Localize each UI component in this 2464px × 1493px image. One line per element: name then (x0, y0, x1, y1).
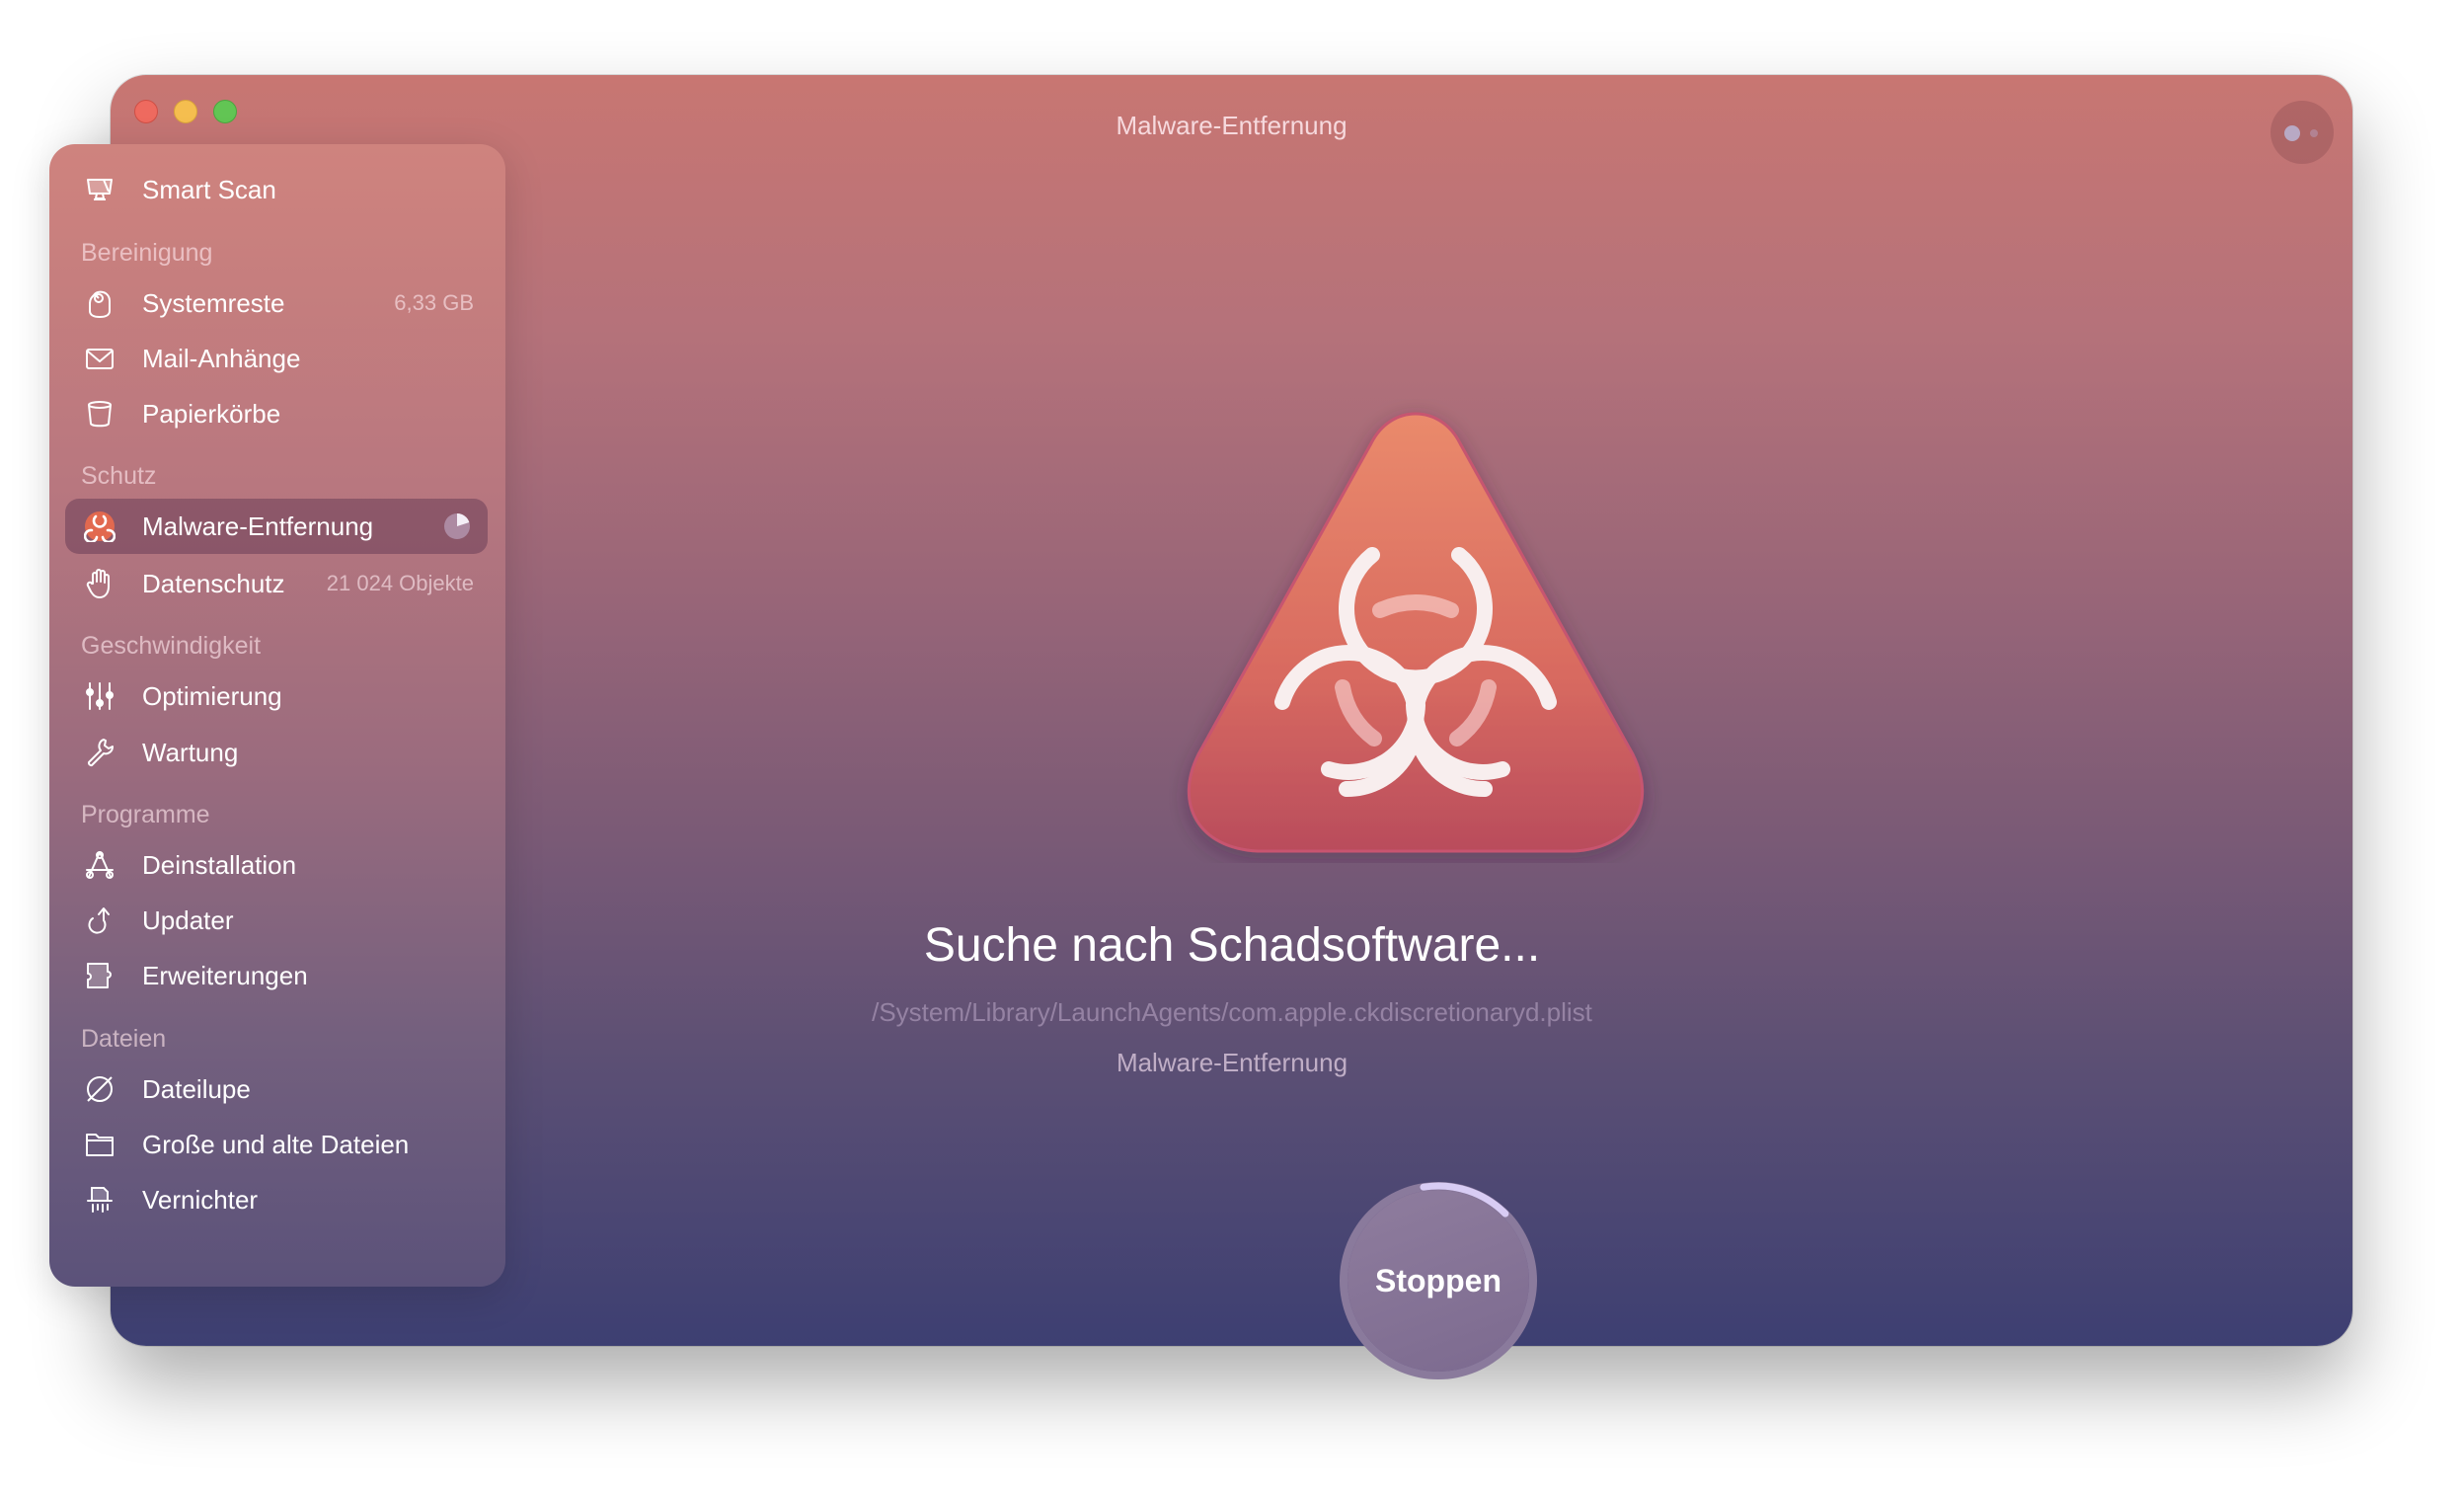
monitor-icon (83, 174, 116, 205)
assistant-dot-secondary (2310, 129, 2318, 137)
biohazard-icon (83, 511, 116, 542)
sidebar-item-label: Systemreste (142, 288, 285, 318)
datenschutz-count: 21 024 Objekte (326, 571, 474, 595)
sidebar-item-malware-entfernung[interactable]: Malware-Entfernung (65, 499, 488, 554)
sidebar-item-mail-anhaenge[interactable]: Mail-Anhänge (65, 331, 488, 386)
triangle-badge (1187, 412, 1645, 853)
module-subtitle: Malware-Entfernung (1116, 1048, 1348, 1077)
assistant-button[interactable] (2271, 101, 2334, 164)
assistant-dots-icon (2284, 125, 2300, 141)
sidebar-item-optimierung[interactable]: Optimierung (65, 668, 488, 724)
envelope-icon (83, 343, 116, 374)
sidebar-item-datenschutz[interactable]: Datenschutz 21 024 Objekte (65, 556, 488, 611)
scan-status-headline: Suche nach Schadsoftware... (923, 919, 1541, 972)
sliders-icon (83, 680, 116, 712)
biohazard-triangle-icon (1187, 412, 1645, 853)
sidebar-item-papierkoerbe[interactable]: Papierkörbe (65, 386, 488, 441)
sidebar-item-smart-scan[interactable]: Smart Scan (65, 162, 488, 217)
stop-button-container: Stoppen (1333, 1175, 1544, 1386)
section-title-bereinigung: Bereinigung (81, 239, 213, 267)
scan-progress-pie (444, 513, 470, 539)
shredder-icon (83, 1184, 116, 1216)
sidebar-item-label: Papierkörbe (142, 399, 281, 429)
sidebar-item-label: Wartung (142, 738, 239, 767)
sidebar-item-label: Optimierung (142, 681, 282, 711)
section-title-programme: Programme (81, 801, 210, 828)
section-title-schutz: Schutz (81, 462, 157, 490)
folder-icon (83, 1129, 116, 1160)
systemreste-size: 6,33 GB (394, 290, 474, 315)
section-title-geschwindigkeit: Geschwindigkeit (81, 632, 262, 660)
window-title: Malware-Entfernung (1116, 111, 1348, 140)
sidebar-item-wartung[interactable]: Wartung (65, 725, 488, 780)
app-uninstall-icon (83, 849, 116, 881)
sidebar-item-vernichter[interactable]: Vernichter (65, 1172, 488, 1227)
sidebar-item-label: Große und alte Dateien (142, 1130, 410, 1159)
sidebar-item-label: Mail-Anhänge (142, 344, 301, 373)
hand-icon (83, 568, 116, 599)
system-junk-icon (83, 287, 116, 319)
sidebar: Smart Scan Bereinigung Systemreste 6,33 … (49, 144, 505, 1287)
sidebar-item-label: Datenschutz (142, 569, 285, 598)
current-scan-path: /System/Library/LaunchAgents/com.apple.c… (872, 997, 1592, 1027)
sidebar-item-label: Deinstallation (142, 850, 297, 880)
wrench-icon (83, 737, 116, 768)
sidebar-item-label: Vernichter (142, 1185, 259, 1215)
trash-bin-icon (83, 398, 116, 430)
sidebar-item-label: Smart Scan (142, 175, 276, 204)
sidebar-item-label: Malware-Entfernung (142, 511, 374, 541)
sidebar-item-grosse-alte-dateien[interactable]: Große und alte Dateien (65, 1117, 488, 1172)
sidebar-item-deinstallation[interactable]: Deinstallation (65, 837, 488, 893)
sidebar-item-systemreste[interactable]: Systemreste 6,33 GB (65, 275, 488, 331)
stop-button[interactable]: Stoppen (1348, 1190, 1529, 1372)
